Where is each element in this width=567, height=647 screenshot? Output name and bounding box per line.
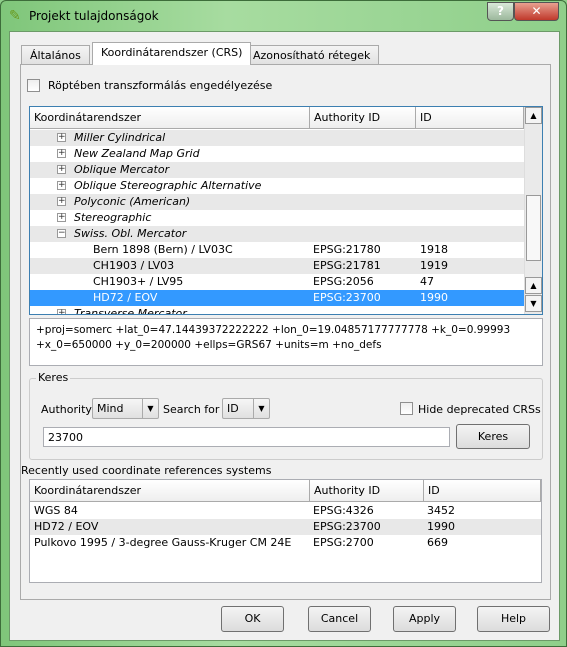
collapse-icon[interactable]: − (57, 229, 66, 238)
proj-line-1: +proj=somerc +lat_0=47.14439372222222 +l… (36, 324, 511, 336)
expand-icon[interactable]: + (57, 149, 66, 158)
crs-id: 1990 (420, 291, 448, 304)
recent-header-id[interactable]: ID (424, 480, 541, 502)
recent-row[interactable]: Pulkovo 1995 / 3-degree Gauss-Kruger CM … (30, 535, 541, 551)
tree-row[interactable]: + Polyconic (American) (30, 194, 524, 210)
authority-label: Authority (41, 403, 92, 416)
authority-select[interactable]: Mind ▼ (92, 398, 159, 419)
recent-header-crs[interactable]: Koordinátarendszer (30, 480, 310, 502)
scroll-thumb[interactable] (526, 195, 541, 261)
dialog-client: Általános Koordinátarendszer (CRS) Azono… (9, 31, 560, 641)
recent-row[interactable]: HD72 / EOV EPSG:23700 1990 (30, 519, 541, 535)
expand-icon[interactable]: + (57, 165, 66, 174)
crs-id: 669 (427, 536, 448, 549)
recent-crs-table[interactable]: Koordinátarendszer Authority ID ID WGS 8… (29, 479, 542, 583)
tree-row[interactable]: + New Zealand Map Grid (30, 146, 524, 162)
tree-row[interactable]: + Stereographic (30, 210, 524, 226)
tree-group-label: Swiss. Obl. Mercator (74, 227, 187, 240)
crs-name: WGS 84 (34, 504, 78, 517)
help-button[interactable]: Help (477, 606, 550, 632)
crs-tab-panel: Röptében transzformálás engedélyezése Ko… (20, 64, 551, 600)
tree-row[interactable]: + Miller Cylindrical (30, 130, 524, 146)
tree-group-label: New Zealand Map Grid (74, 147, 200, 160)
crs-name: HD72 / EOV (93, 291, 158, 304)
dialog-window: ✎ Projekt tulajdonságok ? ✕ Általános Ko… (0, 0, 567, 647)
tree-group-label: Transverse Mercator (74, 307, 187, 315)
close-button[interactable]: ✕ (514, 2, 559, 21)
hide-deprecated-checkbox[interactable] (400, 402, 413, 415)
qgis-app-icon: ✎ (9, 8, 21, 24)
tree-group-label: Stereographic (74, 211, 152, 224)
hide-deprecated-label: Hide deprecated CRSs (418, 403, 541, 416)
tree-row[interactable]: CH1903 / LV03 EPSG:21781 1919 (30, 258, 524, 274)
search-for-value: ID (227, 402, 239, 415)
expand-icon[interactable]: + (57, 197, 66, 206)
cancel-button[interactable]: Cancel (308, 606, 371, 632)
crs-name: HD72 / EOV (34, 520, 99, 533)
proj-line-2: +x_0=650000 +y_0=200000 +ellps=GRS67 +un… (36, 339, 382, 351)
search-for-select[interactable]: ID ▼ (222, 398, 270, 419)
recent-row[interactable]: WGS 84 EPSG:4326 3452 (30, 503, 541, 519)
column-header-id[interactable]: ID (416, 107, 524, 129)
crs-id: 1918 (420, 243, 448, 256)
crs-name: CH1903+ / LV95 (93, 275, 184, 288)
window-title: Projekt tulajdonságok (29, 9, 159, 23)
crs-id: 47 (420, 275, 434, 288)
expand-icon[interactable]: + (57, 181, 66, 190)
expand-icon[interactable]: + (57, 213, 66, 222)
tree-row[interactable]: CH1903+ / LV95 EPSG:2056 47 (30, 274, 524, 290)
tree-row[interactable]: + Transverse Mercator (30, 306, 524, 315)
scroll-down-icon[interactable]: ▼ (525, 295, 542, 312)
tree-row[interactable]: + Oblique Stereographic Alternative (30, 178, 524, 194)
tree-scrollbar[interactable]: ▲ ▲ ▼ (524, 107, 542, 314)
search-group-label: Keres (36, 371, 71, 384)
tab-crs[interactable]: Koordinátarendszer (CRS) (92, 42, 252, 65)
proj-definition-box[interactable]: +proj=somerc +lat_0=47.14439372222222 +l… (29, 318, 543, 366)
crs-authority-id: EPSG:21780 (313, 243, 381, 256)
tree-group-label: Oblique Mercator (74, 163, 170, 176)
crs-authority-id: EPSG:23700 (313, 520, 381, 533)
column-header-crs[interactable]: Koordinátarendszer (30, 107, 310, 129)
recent-label: Recently used coordinate references syst… (21, 464, 272, 477)
tree-group-label: Miller Cylindrical (74, 131, 166, 144)
tree-row[interactable]: HD72 / EOV EPSG:23700 1990 (30, 290, 524, 306)
crs-id: 3452 (427, 504, 455, 517)
crs-authority-id: EPSG:2056 (313, 275, 374, 288)
scroll-up-icon[interactable]: ▲ (525, 277, 542, 294)
search-group: Keres Authority Mind ▼ Search for ID ▼ Hid… (29, 371, 543, 460)
tab-general[interactable]: Általános (21, 45, 90, 65)
otf-checkbox-label: Röptében transzformálás engedélyezése (48, 79, 273, 92)
chevron-down-icon: ▼ (253, 399, 269, 418)
crs-authority-id: EPSG:23700 (313, 291, 381, 304)
recent-header-authority-id[interactable]: Authority ID (310, 480, 424, 502)
expand-icon[interactable]: + (57, 133, 66, 142)
tree-row[interactable]: − Swiss. Obl. Mercator (30, 226, 524, 242)
apply-button[interactable]: Apply (393, 606, 456, 632)
column-header-authority-id[interactable]: Authority ID (310, 107, 416, 129)
crs-id: 1919 (420, 259, 448, 272)
crs-tree[interactable]: Koordinátarendszer Authority ID ID + Mill… (29, 106, 543, 315)
authority-value: Mind (97, 402, 124, 415)
ok-button[interactable]: OK (221, 606, 284, 632)
chevron-down-icon: ▼ (142, 399, 158, 418)
crs-id: 1990 (427, 520, 455, 533)
crs-name: Pulkovo 1995 / 3-degree Gauss-Kruger CM … (34, 536, 292, 549)
search-for-label: Search for (163, 403, 220, 416)
crs-name: CH1903 / LV03 (93, 259, 175, 272)
scroll-up-top-icon[interactable]: ▲ (525, 107, 542, 124)
crs-authority-id: EPSG:21781 (313, 259, 381, 272)
tree-row[interactable]: + Oblique Mercator (30, 162, 524, 178)
tree-group-label: Polyconic (American) (74, 195, 191, 208)
tree-row[interactable]: Bern 1898 (Bern) / LV03C EPSG:21780 1918 (30, 242, 524, 258)
tree-group-label: Oblique Stereographic Alternative (74, 179, 262, 192)
tab-identifiable-layers[interactable]: Azonosítható rétegek (244, 45, 380, 65)
crs-authority-id: EPSG:4326 (313, 504, 374, 517)
search-button[interactable]: Keres (456, 424, 530, 449)
help-title-button[interactable]: ? (487, 2, 514, 21)
crs-name: Bern 1898 (Bern) / LV03C (93, 243, 233, 256)
expand-icon[interactable]: + (57, 309, 66, 314)
otf-checkbox[interactable] (27, 79, 40, 92)
crs-authority-id: EPSG:2700 (313, 536, 374, 549)
search-input[interactable]: 23700 (43, 427, 450, 447)
